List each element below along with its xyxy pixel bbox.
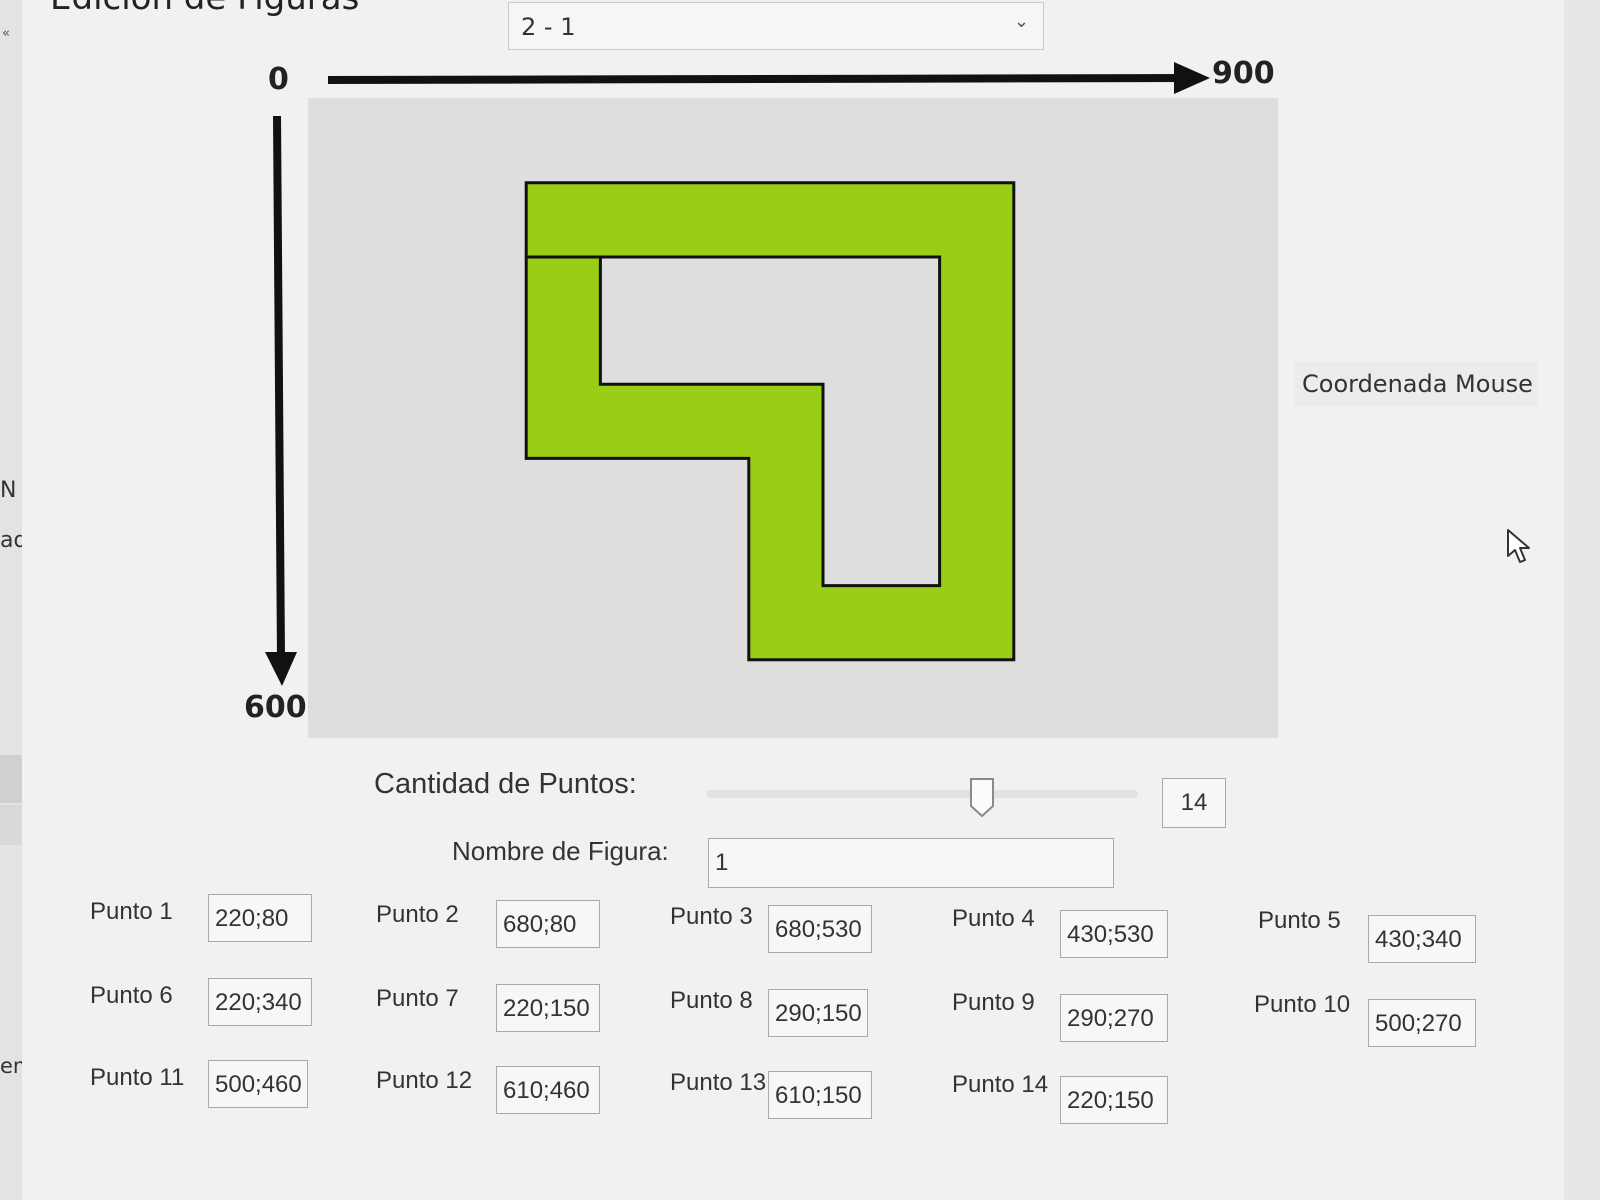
y-axis-arrowhead — [265, 652, 297, 686]
point-value-input[interactable]: 680;80 — [496, 900, 600, 948]
point-label: Punto 2 — [376, 901, 459, 928]
point-value-input[interactable]: 610;460 — [496, 1066, 600, 1114]
point-value-input[interactable]: 220;150 — [496, 984, 600, 1032]
point-value-input[interactable]: 500;460 — [208, 1060, 308, 1108]
drawing-canvas[interactable] — [308, 98, 1278, 738]
figure-name-label: Nombre de Figura: — [452, 836, 669, 866]
point-label: Punto 6 — [90, 982, 173, 1009]
mouse-coordinate-button[interactable]: Coordenada Mouse — [1294, 362, 1538, 406]
point-label: Punto 13 — [670, 1069, 767, 1097]
point-label: Punto 14 — [952, 1071, 1049, 1099]
point-label: Punto 11 — [90, 1064, 185, 1091]
point-count-value[interactable]: 14 — [1162, 778, 1226, 828]
point-label: Punto 5 — [1258, 907, 1341, 934]
point-label: Punto 8 — [670, 987, 753, 1015]
point-value-input[interactable]: 430;530 — [1060, 910, 1168, 959]
point-value-input[interactable]: 500;270 — [1368, 999, 1476, 1047]
figure-name-input[interactable]: 1 — [708, 838, 1114, 888]
point-count-label: Cantidad de Puntos: — [374, 768, 637, 800]
point-label: Punto 12 — [376, 1067, 473, 1094]
mouse-coordinate-label: Coordenada Mouse — [1302, 370, 1533, 398]
point-value-input[interactable]: 220;340 — [208, 978, 312, 1026]
mouse-cursor-icon — [1507, 529, 1530, 563]
point-label: Punto 9 — [952, 989, 1035, 1017]
point-count-slider[interactable] — [706, 790, 1138, 798]
point-value-input[interactable]: 220;150 — [1060, 1076, 1168, 1125]
point-label: Punto 3 — [670, 903, 753, 931]
x-axis-arrowhead — [1174, 62, 1210, 94]
point-label: Punto 10 — [1254, 991, 1351, 1018]
point-value-input[interactable]: 290;270 — [1060, 994, 1168, 1043]
point-label: Punto 4 — [952, 905, 1035, 933]
y-axis-line — [273, 115, 285, 659]
point-value-input[interactable]: 610;150 — [768, 1071, 872, 1120]
point-value-input[interactable]: 220;80 — [208, 894, 312, 942]
point-value-input[interactable]: 430;340 — [1368, 915, 1476, 963]
slider-thumb[interactable] — [968, 776, 996, 820]
x-axis-line — [327, 74, 1187, 84]
point-label: Punto 7 — [376, 985, 459, 1012]
point-value-input[interactable]: 290;150 — [768, 989, 868, 1038]
figure-svg — [524, 181, 1016, 662]
point-label: Punto 1 — [90, 898, 173, 925]
figure-polygon — [524, 181, 1016, 662]
point-value-input[interactable]: 680;530 — [768, 905, 872, 954]
